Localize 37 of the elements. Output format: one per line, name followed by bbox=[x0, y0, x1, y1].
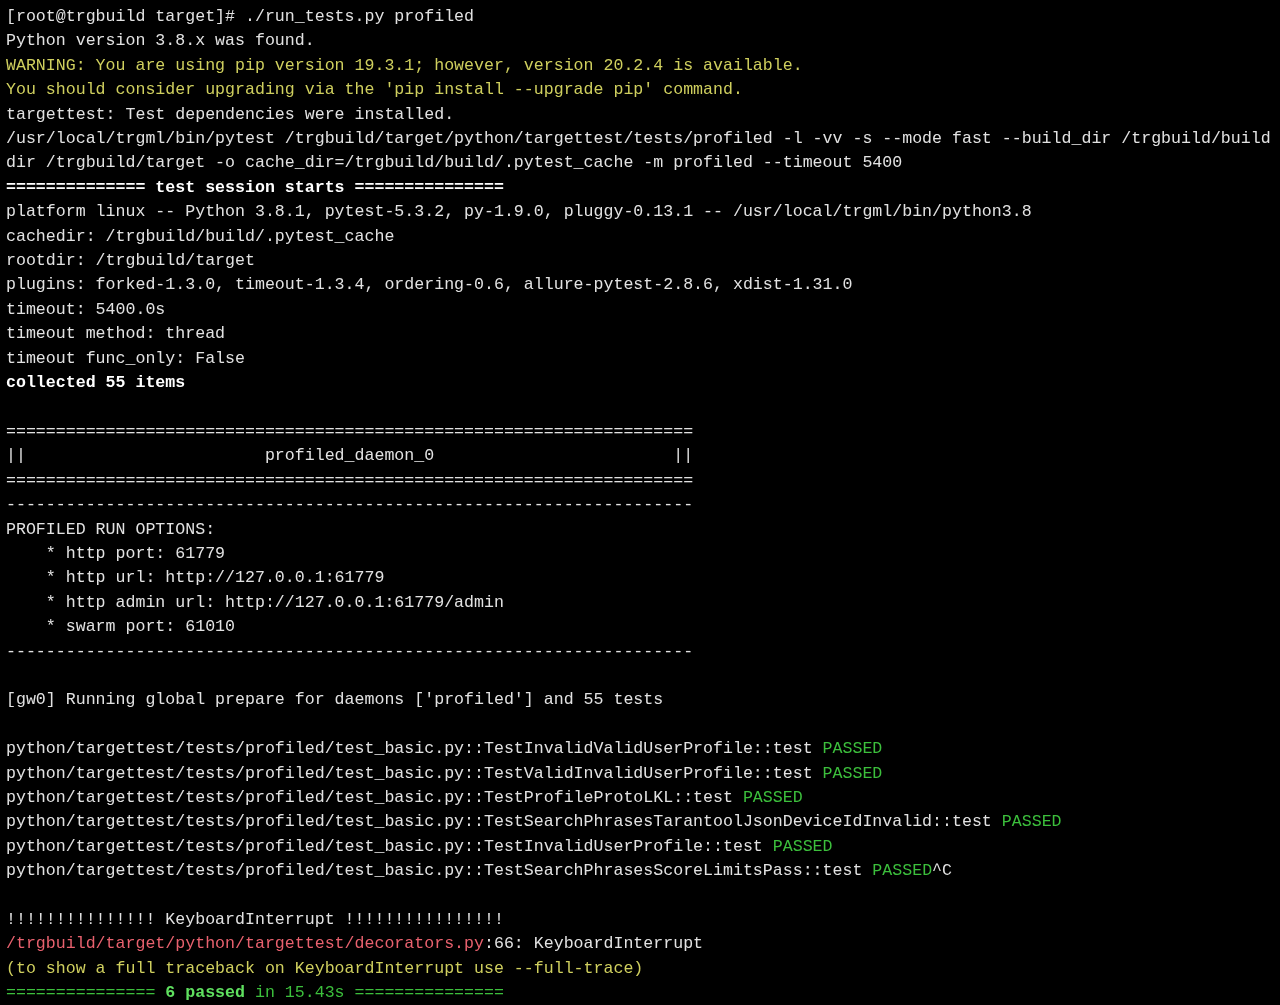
terminal-line: python/targettest/tests/profiled/test_basic.py::TestSearchPhrasesTarantoolJsonDeviceIdInvalid::test PASSED bbox=[6, 811, 1062, 834]
terminal-line: dir /trgbuild/target -o cache_dir=/trgbuild/build/.pytest_cache -m profiled --timeout 5400 bbox=[6, 152, 903, 175]
terminal-line: timeout: 5400.0s bbox=[6, 298, 166, 321]
terminal-line: timeout func_only: False bbox=[6, 347, 245, 370]
terminal-line: collected 55 items bbox=[6, 372, 186, 395]
terminal-line: cachedir: /trgbuild/build/.pytest_cache bbox=[6, 225, 395, 248]
terminal-line: ===================================================================== bbox=[6, 469, 694, 492]
terminal-line: rootdir: /trgbuild/target bbox=[6, 250, 255, 273]
terminal-line: * http admin url: http://127.0.0.1:61779/admin bbox=[44, 591, 504, 614]
terminal-line: platform linux -- Python 3.8.1, pytest-5.3.2, py-1.9.0, pluggy-0.13.1 -- /usr/local/trgml/bin/python3.8 bbox=[6, 201, 1032, 224]
terminal-line: python/targettest/tests/profiled/test_basic.py::TestProfileProtoLKL::test PASSED bbox=[6, 786, 803, 809]
terminal-line: python/targettest/tests/profiled/test_basic.py::TestValidInvalidUserProfile::test PASSED bbox=[6, 762, 883, 785]
terminal-line: (to show a full traceback on KeyboardInterrupt use --full-trace) bbox=[6, 957, 644, 980]
terminal-line: [root@trgbuild target]# ./run_tests.py profiled bbox=[6, 6, 475, 28]
terminal-line: plugins: forked-1.3.0, timeout-1.3.4, ordering-0.6, allure-pytest-2.8.6, xdist-1.31.0 bbox=[6, 274, 853, 297]
terminal-line: timeout method: thread bbox=[6, 323, 226, 346]
terminal-line: --------------------------------------------------------------------- bbox=[6, 494, 694, 517]
terminal-line: ============== test session starts =============== bbox=[6, 176, 504, 199]
terminal-line: /usr/local/trgml/bin/pytest /trgbuild/target/python/targettest/tests/profiled -l -vv -s --mode fast --build_dir /trgbuild/build bbox=[6, 128, 1271, 151]
terminal-line: ===================================================================== bbox=[6, 420, 694, 443]
terminal-line: /trgbuild/target/python/targettest/decorators.py:66: KeyboardInterrupt bbox=[6, 933, 704, 956]
terminal-line: --------------------------------------------------------------------- bbox=[6, 640, 694, 663]
terminal-line: !!!!!!!!!!!!!!! KeyboardInterrupt !!!!!!!!!!!!!!!! bbox=[6, 908, 504, 931]
terminal-line: WARNING: You are using pip version 19.3.1; however, version 20.2.4 is available. bbox=[6, 54, 803, 77]
terminal-line: python/targettest/tests/profiled/test_basic.py::TestInvalidUserProfile::test PASSED bbox=[6, 835, 833, 858]
terminal-line: Python version 3.8.x was found. bbox=[6, 30, 315, 53]
terminal-line: * swarm port: 61010 bbox=[44, 616, 236, 639]
terminal-line: || profiled_daemon_0 || bbox=[6, 445, 694, 468]
terminal-line: python/targettest/tests/profiled/test_basic.py::TestInvalidValidUserProfile::test PASSED bbox=[6, 738, 883, 761]
terminal-line: You should consider upgrading via the 'pip install --upgrade pip' command. bbox=[6, 79, 743, 102]
terminal-line: * http port: 61779 bbox=[44, 542, 226, 565]
terminal-line: PROFILED RUN OPTIONS: bbox=[6, 518, 216, 541]
terminal-line: * http url: http://127.0.0.1:61779 bbox=[44, 567, 385, 590]
terminal-line: =============== 6 passed in 15.43s =============== bbox=[6, 982, 504, 1005]
terminal-line: targettest: Test dependencies were installed. bbox=[6, 103, 455, 126]
terminal-line: python/targettest/tests/profiled/test_basic.py::TestSearchPhrasesScoreLimitsPass::test PASSED^C bbox=[6, 860, 952, 883]
terminal-line: [gw0] Running global prepare for daemons ['profiled'] and 55 tests bbox=[6, 689, 664, 712]
